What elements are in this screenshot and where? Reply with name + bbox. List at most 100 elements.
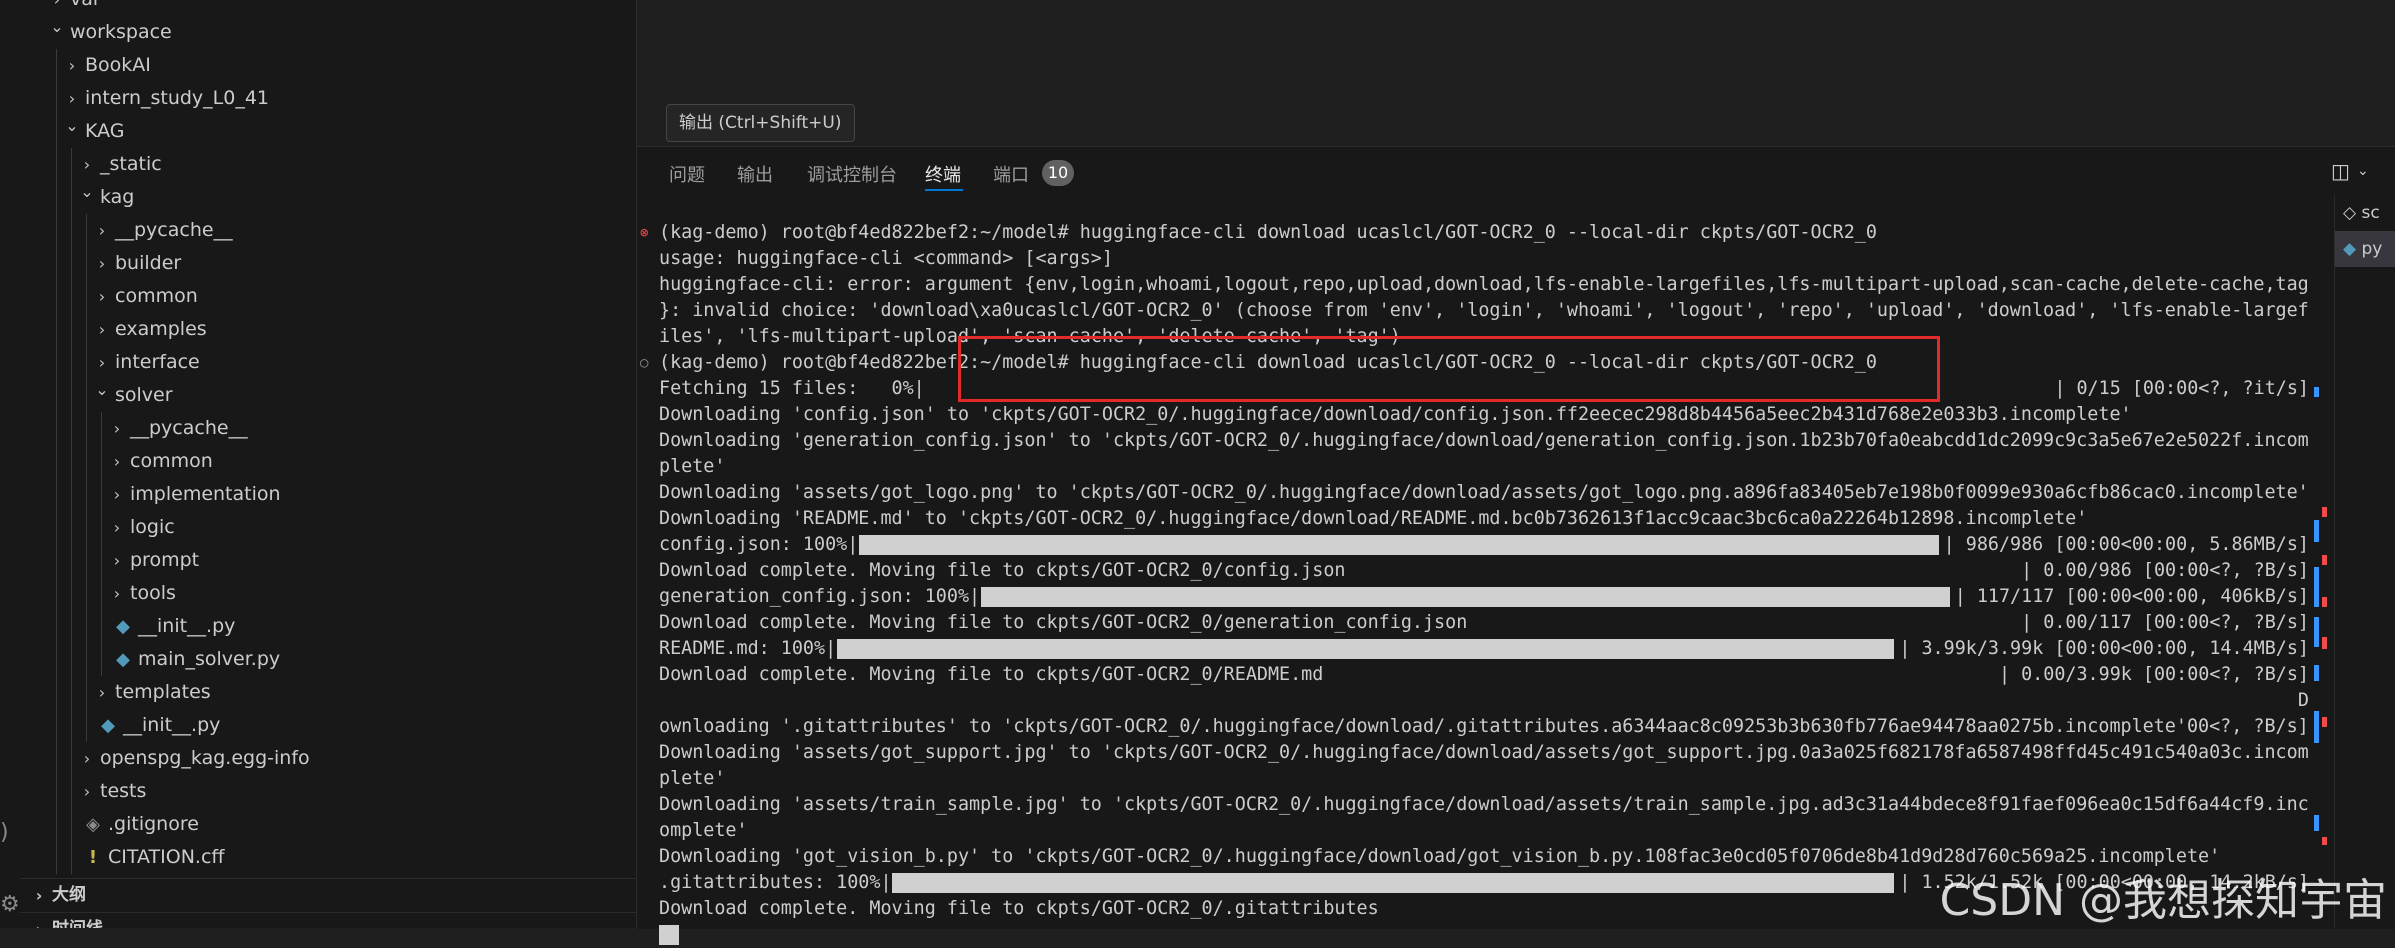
outline-section[interactable]: › 大纲 <box>20 878 636 912</box>
indent-guide <box>71 709 72 742</box>
command-error-icon[interactable]: ⊗ <box>640 220 648 246</box>
tree-folder[interactable]: › templates <box>20 676 636 709</box>
chevron-down-icon: ⌄ <box>50 17 64 36</box>
chevron-down-icon: ⌄ <box>80 182 94 201</box>
progress-stats: | 986/986 [00:00<00:00, 5.86MB/s] <box>1943 534 2309 555</box>
indent-guide <box>86 379 87 412</box>
tree-item-label: var <box>70 0 101 16</box>
tree-folder[interactable]: › common <box>20 445 636 478</box>
split-layout-icon[interactable]: ◫ <box>2331 159 2350 183</box>
tab-ports[interactable]: 端口 <box>993 161 1029 187</box>
chevron-down-icon[interactable]: ⌄ <box>2357 163 2369 179</box>
command-status-icon[interactable]: ○ <box>640 350 648 376</box>
indent-guide <box>101 544 102 577</box>
terminal-line-text: Downloading 'assets/got_support.jpg' to … <box>659 742 2309 763</box>
tree-folder[interactable]: › intern_study_L0_41 <box>20 82 636 115</box>
indent-guide <box>101 412 102 445</box>
indent-guide <box>71 214 72 247</box>
indent-guide <box>56 181 57 214</box>
scroll-mark <box>2314 617 2319 647</box>
tree-file[interactable]: ! CITATION.cff <box>20 841 636 874</box>
tree-folder[interactable]: › examples <box>20 313 636 346</box>
tree-folder[interactable]: › implementation <box>20 478 636 511</box>
tab-debug-console[interactable]: 调试控制台 <box>807 161 897 187</box>
tree-item-label: kag <box>100 186 135 208</box>
terminal-output[interactable]: ⊗ (kag-demo) root@bf4ed822bef2:~/model# h… <box>640 220 2309 948</box>
indent-guide <box>86 577 87 610</box>
indent-guide <box>101 610 102 643</box>
tree-folder[interactable]: › common <box>20 280 636 313</box>
tree-file[interactable]: ◆ __init__.py <box>20 610 636 643</box>
tree-folder[interactable]: › BookAI <box>20 49 636 82</box>
indent-guide <box>56 709 57 742</box>
chevron-right-icon: › <box>98 320 106 339</box>
terminal-line: config.json: 100%| | 986/986 [00:00<00:00… <box>659 532 2309 558</box>
indent-guide <box>56 841 57 874</box>
timeline-section[interactable]: › 时间线 <box>20 912 636 928</box>
tree-item-label: templates <box>115 681 211 703</box>
indent-guide <box>86 445 87 478</box>
indent-guide <box>71 643 72 676</box>
scroll-mark <box>2322 717 2327 727</box>
tree-folder[interactable]: › builder <box>20 247 636 280</box>
panel-tabs: 问题 输出 调试控制台 终端 端口 10 ◫ ⌄ <box>637 147 2395 197</box>
tree-file[interactable]: ◆ __init__.py <box>20 709 636 742</box>
terminal-line: Downloading 'README.md' to 'ckpts/GOT-OC… <box>659 506 2309 532</box>
tree-file[interactable]: ◈ .gitignore <box>20 808 636 841</box>
tree-folder[interactable]: ⌄ KAG <box>20 115 636 148</box>
terminal-line: generation_config.json: 100%| | 117/117 [… <box>659 584 2309 610</box>
info-file-icon: ! <box>88 847 98 868</box>
indent-guide <box>86 313 87 346</box>
scroll-mark <box>2314 520 2319 542</box>
indent-guide <box>56 379 57 412</box>
chevron-right-icon: › <box>98 221 106 240</box>
indent-guide <box>101 478 102 511</box>
terminal-line-text: omplete' <box>659 820 748 841</box>
terminal-line-text: Download complete. Moving file to ckpts/… <box>659 898 1379 919</box>
indent-guide <box>56 775 57 808</box>
tree-file[interactable]: ◆ main_solver.py <box>20 643 636 676</box>
terminal-line: usage: huggingface-cli <command> [<args>… <box>659 246 2309 272</box>
tree-folder[interactable]: › tests <box>20 775 636 808</box>
tree-item-label: common <box>115 285 198 307</box>
git-file-icon: ◈ <box>86 814 100 835</box>
tree-folder[interactable]: ⌄ solver <box>20 379 636 412</box>
tree-folder[interactable]: › _static <box>20 148 636 181</box>
terminal-line: }: invalid choice: 'download\xa0ucaslcl/… <box>659 298 2309 324</box>
terminal-scrollbar[interactable] <box>2314 205 2328 845</box>
tree-folder[interactable]: › tools <box>20 577 636 610</box>
tree-item-label: KAG <box>85 120 125 142</box>
tab-problems[interactable]: 问题 <box>669 161 705 187</box>
tab-output[interactable]: 输出 <box>737 161 773 187</box>
indent-guide <box>56 511 57 544</box>
python-file-icon: ◆ <box>101 715 115 736</box>
secondary-editor-tabs: ◇ sc ◆ py <box>2334 195 2395 928</box>
tree-folder[interactable]: › __pycache__ <box>20 214 636 247</box>
highlight-annotation-box <box>958 336 1940 402</box>
settings-icon[interactable]: ⚙ <box>0 892 20 917</box>
tree-item-label: builder <box>115 252 182 274</box>
terminal-line-text: generation_config.json: 100%| <box>659 586 981 607</box>
tree-folder[interactable]: ⌄ kag <box>20 181 636 214</box>
tree-folder[interactable]: › interface <box>20 346 636 379</box>
tree-folder[interactable]: › logic <box>20 511 636 544</box>
tree-item-label: __init__.py <box>138 615 236 637</box>
tree-folder[interactable]: ⌄ workspace <box>20 16 636 49</box>
tree-folder[interactable]: › __pycache__ <box>20 412 636 445</box>
tree-item-label: workspace <box>70 21 172 43</box>
indent-guide <box>86 709 87 742</box>
terminal-line-text: Downloading 'assets/got_logo.png' to 'ck… <box>659 482 2309 503</box>
terminal-line: Downloading 'assets/train_sample.jpg' to… <box>659 792 2309 818</box>
tree-folder[interactable]: › prompt <box>20 544 636 577</box>
tree-item-label: openspg_kag.egg-info <box>100 747 310 769</box>
tree-folder[interactable]: › openspg_kag.egg-info <box>20 742 636 775</box>
accounts-icon[interactable]: ) <box>0 820 9 845</box>
tab-terminal[interactable]: 终端 <box>925 161 961 187</box>
terminal-line-text: ownloading '.gitattributes' to 'ckpts/GO… <box>659 716 2309 737</box>
indent-guide <box>71 577 72 610</box>
editor-tab-py[interactable]: ◆ py <box>2335 231 2395 267</box>
progress-bar <box>892 873 1895 893</box>
editor-tab-sc[interactable]: ◇ sc <box>2335 195 2395 231</box>
tree-folder[interactable]: ›var <box>20 0 636 16</box>
indent-guide <box>71 280 72 313</box>
